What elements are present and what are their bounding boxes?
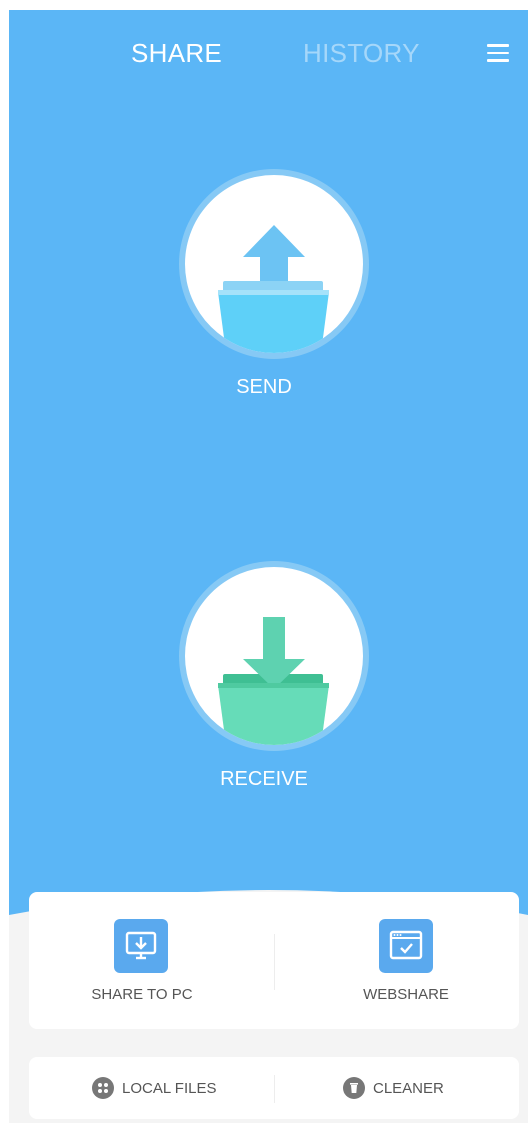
- tab-share[interactable]: SHARE: [131, 38, 222, 69]
- tools-card: LOCAL FILES CLEANER: [29, 1057, 519, 1119]
- receive-circle: [185, 567, 363, 745]
- features-card: SHARE TO PC WEBSHARE: [29, 892, 519, 1029]
- send-button[interactable]: [179, 169, 369, 359]
- share-to-pc-button[interactable]: SHARE TO PC: [29, 892, 274, 1029]
- send-label: SEND: [236, 376, 292, 398]
- receive-button[interactable]: [179, 561, 369, 751]
- download-folder-icon: [218, 617, 329, 745]
- cleaner-button[interactable]: CLEANER: [275, 1057, 519, 1119]
- cleaner-label: CLEANER: [373, 1080, 444, 1097]
- local-files-button[interactable]: LOCAL FILES: [29, 1057, 274, 1119]
- upload-folder-icon: [218, 225, 329, 353]
- hamburger-menu-icon[interactable]: [487, 44, 509, 62]
- local-files-label: LOCAL FILES: [122, 1080, 217, 1097]
- trash-icon: [343, 1077, 365, 1099]
- grid-dots-icon: [92, 1077, 114, 1099]
- webshare-button[interactable]: WEBSHARE: [275, 892, 519, 1029]
- webshare-label: WEBSHARE: [363, 986, 449, 1003]
- receive-label: RECEIVE: [220, 768, 308, 790]
- tab-history[interactable]: HISTORY: [303, 38, 420, 69]
- app-screen: SHARE HISTORY SEND RECEIVE SHARE TO PC W…: [0, 0, 528, 1123]
- send-circle: [185, 175, 363, 353]
- monitor-download-icon: [114, 919, 168, 973]
- browser-check-icon: [379, 919, 433, 973]
- share-to-pc-label: SHARE TO PC: [91, 986, 193, 1003]
